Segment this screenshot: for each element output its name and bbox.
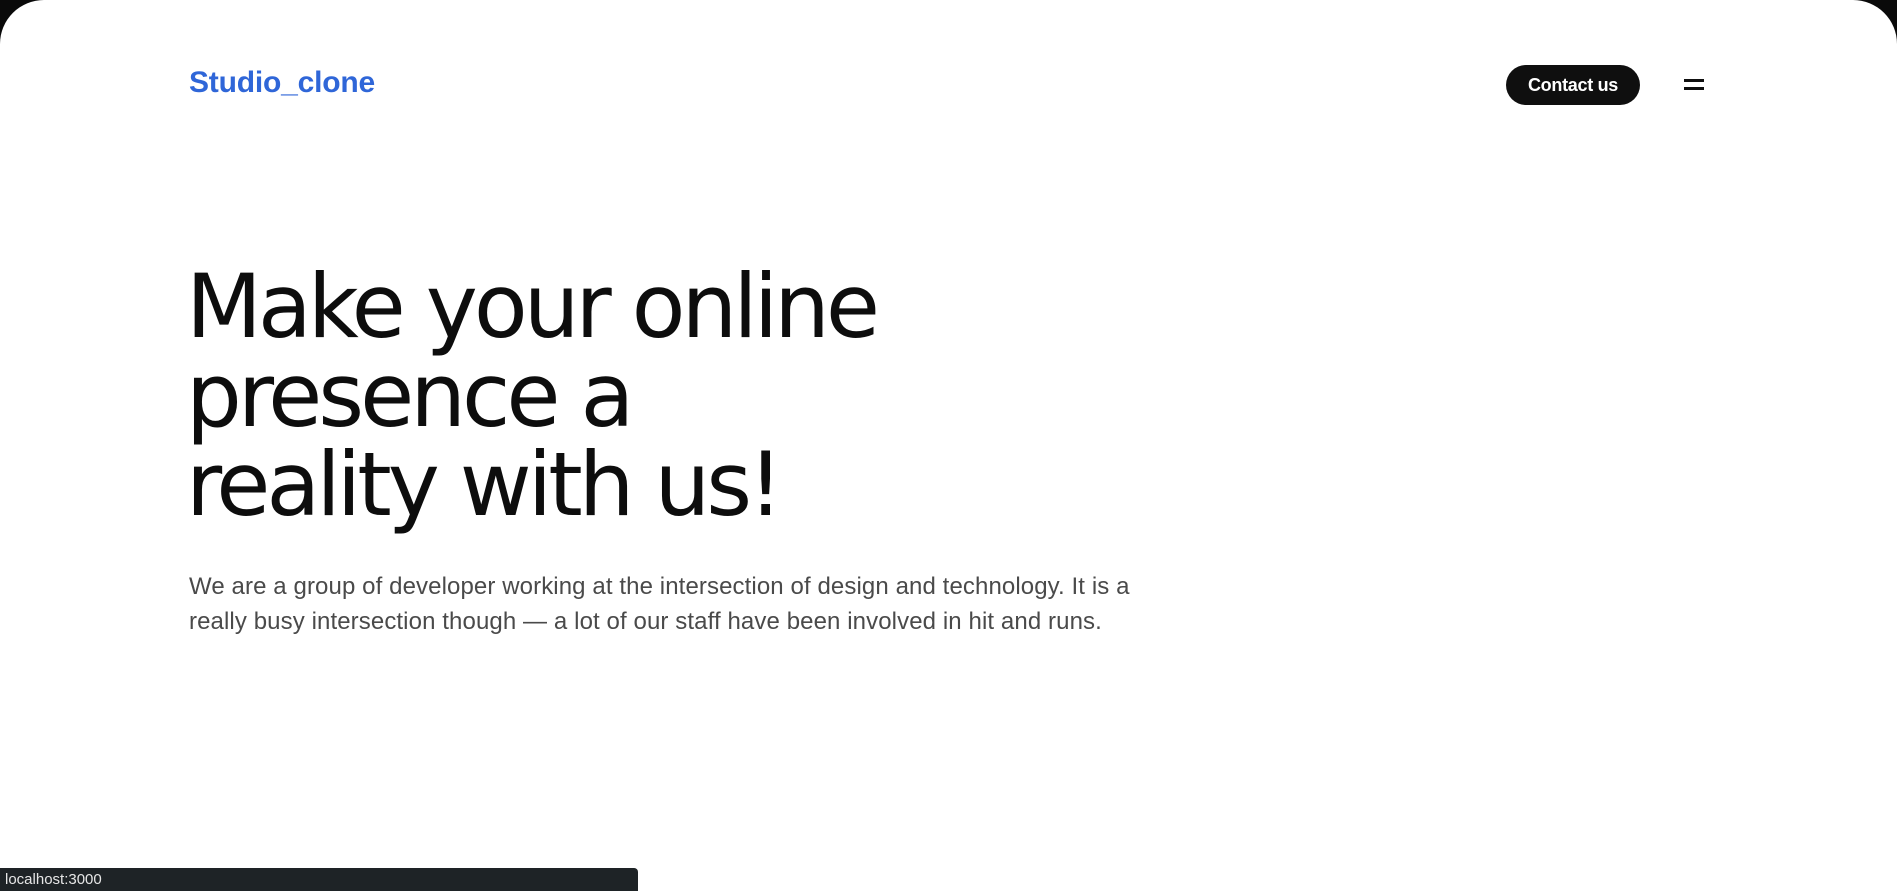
browser-status-bar: localhost:3000 xyxy=(0,868,638,891)
hamburger-menu-icon xyxy=(1680,72,1708,98)
hero-description: We are a group of developer working at t… xyxy=(189,573,1130,635)
hero-title-line: reality with us! xyxy=(186,433,783,536)
hero-title: Make your online presence a reality with… xyxy=(186,262,1086,529)
page: Studio_clone Contact us Make your online… xyxy=(0,0,1897,891)
hero-title-line: presence a xyxy=(186,344,634,447)
status-url: localhost:3000 xyxy=(5,871,102,888)
hero-title-line: Make your online xyxy=(186,255,880,358)
menu-button[interactable] xyxy=(1680,72,1708,98)
contact-us-button[interactable]: Contact us xyxy=(1506,65,1640,105)
brand-logo[interactable]: Studio_clone xyxy=(189,64,375,102)
